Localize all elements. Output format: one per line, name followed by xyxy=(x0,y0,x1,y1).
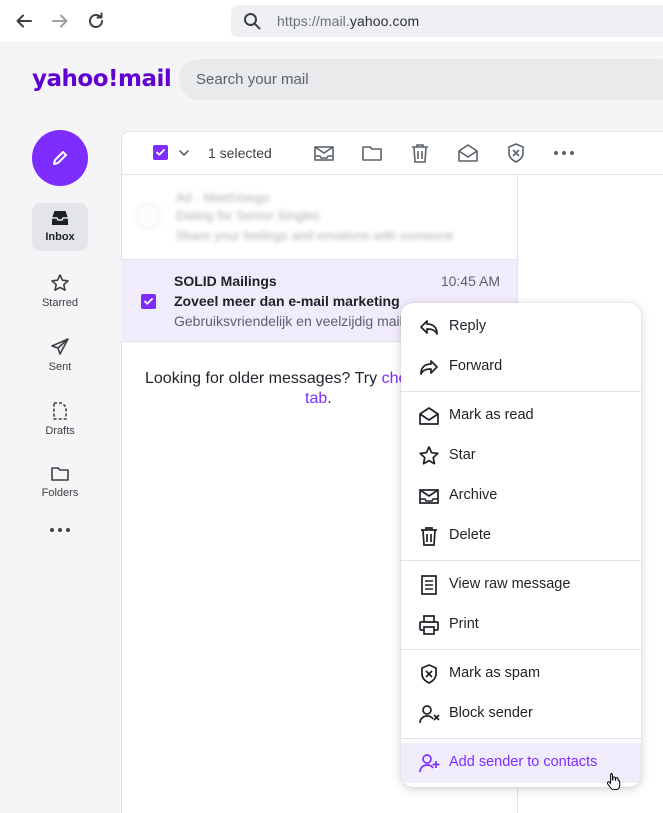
rail-more-button[interactable] xyxy=(48,522,72,543)
ad-sponsor: Ad · MeetVoego xyxy=(176,190,270,205)
rail-item-folders[interactable]: Folders xyxy=(32,459,88,507)
older-link-tab[interactable]: tab xyxy=(145,390,327,407)
rail-item-starred[interactable]: Starred xyxy=(32,267,88,315)
compose-button[interactable] xyxy=(32,130,88,186)
add-user-icon xyxy=(418,752,440,774)
block-user-icon xyxy=(418,703,440,725)
archive-icon[interactable] xyxy=(313,142,335,164)
menu-item-forward[interactable]: Forward xyxy=(401,347,641,387)
menu-item-print[interactable]: Print xyxy=(401,605,641,645)
inbox-icon xyxy=(52,211,68,225)
chevron-down-icon[interactable] xyxy=(178,146,190,164)
menu-item-reply[interactable]: Reply xyxy=(401,307,641,347)
rail-label: Folders xyxy=(41,487,79,499)
address-bar[interactable]: https://mail.yahoo.com xyxy=(231,5,663,37)
arrow-right-icon xyxy=(52,14,68,28)
menu-item-label: Delete xyxy=(449,527,491,543)
archive-icon xyxy=(418,485,440,507)
reply-icon xyxy=(418,316,440,338)
menu-item-add-to-contacts[interactable]: Add sender to contacts xyxy=(401,743,641,783)
ad-snippet: Share your feelings and emotions with so… xyxy=(176,228,454,243)
back-button[interactable] xyxy=(6,3,42,39)
checkmark-icon xyxy=(156,149,165,156)
reload-icon xyxy=(89,12,103,28)
star-icon xyxy=(418,445,440,467)
forward-nav-button[interactable] xyxy=(42,3,78,39)
rail-label: Drafts xyxy=(45,425,75,437)
ad-row[interactable]: Ad · MeetVoego Dating for Senior Singles… xyxy=(121,176,517,258)
search-icon xyxy=(243,12,261,35)
menu-item-label: Print xyxy=(449,616,479,632)
checkmark-icon xyxy=(144,298,153,305)
menu-item-label: Archive xyxy=(449,487,498,503)
menu-item-label: Add sender to contacts xyxy=(449,754,598,770)
rail-item-sent[interactable]: Sent xyxy=(32,331,88,379)
menu-item-label: View raw message xyxy=(449,576,571,592)
star-icon xyxy=(51,274,69,291)
menu-item-label: Mark as read xyxy=(449,407,534,423)
search-placeholder: Search your mail xyxy=(196,71,309,88)
message-snippet: Gebruiksvriendelijk en veelzijdig mail xyxy=(174,313,403,329)
draft-icon xyxy=(53,402,67,420)
url-text: https://mail.yahoo.com xyxy=(277,13,420,29)
context-menu: Reply Forward Mark as read Star Archive … xyxy=(401,303,641,787)
menu-divider xyxy=(401,560,641,561)
reload-button[interactable] xyxy=(78,3,114,39)
pencil-icon xyxy=(53,151,67,165)
menu-item-block-sender[interactable]: Block sender xyxy=(401,694,641,734)
document-icon xyxy=(418,574,440,596)
menu-item-label: Mark as spam xyxy=(449,665,541,681)
menu-item-mark-as-read[interactable]: Mark as read xyxy=(401,396,641,436)
folder-move-icon[interactable] xyxy=(361,142,383,164)
older-end: . xyxy=(327,390,332,407)
menu-item-label: Forward xyxy=(449,358,503,374)
trash-icon xyxy=(418,525,440,547)
message-subject: Zoveel meer dan e-mail marketing xyxy=(174,293,400,309)
menu-item-star[interactable]: Star xyxy=(401,436,641,476)
message-checkbox[interactable] xyxy=(141,294,156,309)
menu-item-label: Reply xyxy=(449,318,487,334)
envelope-open-icon xyxy=(418,405,440,427)
menu-item-view-raw[interactable]: View raw message xyxy=(401,565,641,605)
yahoo-mail-logo[interactable]: yahoo!mail xyxy=(32,66,172,92)
selected-count: 1 selected xyxy=(208,145,272,161)
more-dots-icon xyxy=(50,528,70,532)
menu-item-label: Star xyxy=(449,447,476,463)
spam-shield-icon[interactable] xyxy=(505,142,527,164)
rail-label: Inbox xyxy=(45,231,75,243)
rail-item-inbox[interactable]: Inbox xyxy=(32,203,88,251)
ad-title: Dating for Senior Singles xyxy=(176,208,320,223)
folder-icon xyxy=(51,467,69,481)
menu-item-label: Block sender xyxy=(449,705,533,721)
rail-label: Sent xyxy=(48,361,72,373)
search-input[interactable]: Search your mail xyxy=(179,59,663,100)
message-time: 10:45 AM xyxy=(440,273,500,289)
ad-avatar xyxy=(136,203,162,229)
rail-item-drafts[interactable]: Drafts xyxy=(32,395,88,443)
envelope-open-icon[interactable] xyxy=(457,142,479,164)
arrow-left-icon xyxy=(16,14,32,28)
older-text: Looking for older messages? Try xyxy=(145,370,382,387)
more-dots-icon[interactable] xyxy=(553,142,575,164)
menu-divider xyxy=(401,391,641,392)
menu-item-archive[interactable]: Archive xyxy=(401,476,641,516)
menu-item-delete[interactable]: Delete xyxy=(401,516,641,556)
hand-cursor-icon xyxy=(606,772,622,795)
select-all-checkbox[interactable] xyxy=(153,145,168,160)
forward-icon xyxy=(418,356,440,378)
send-icon xyxy=(51,338,69,355)
rail-label: Starred xyxy=(41,297,79,309)
trash-icon[interactable] xyxy=(409,142,431,164)
printer-icon xyxy=(418,614,440,636)
menu-divider xyxy=(401,738,641,739)
spam-shield-icon xyxy=(418,663,440,685)
browser-toolbar: https://mail.yahoo.com xyxy=(0,0,663,42)
message-sender: SOLID Mailings xyxy=(174,273,277,289)
message-toolbar: 1 selected xyxy=(121,131,663,175)
menu-item-mark-as-spam[interactable]: Mark as spam xyxy=(401,654,641,694)
menu-divider xyxy=(401,649,641,650)
